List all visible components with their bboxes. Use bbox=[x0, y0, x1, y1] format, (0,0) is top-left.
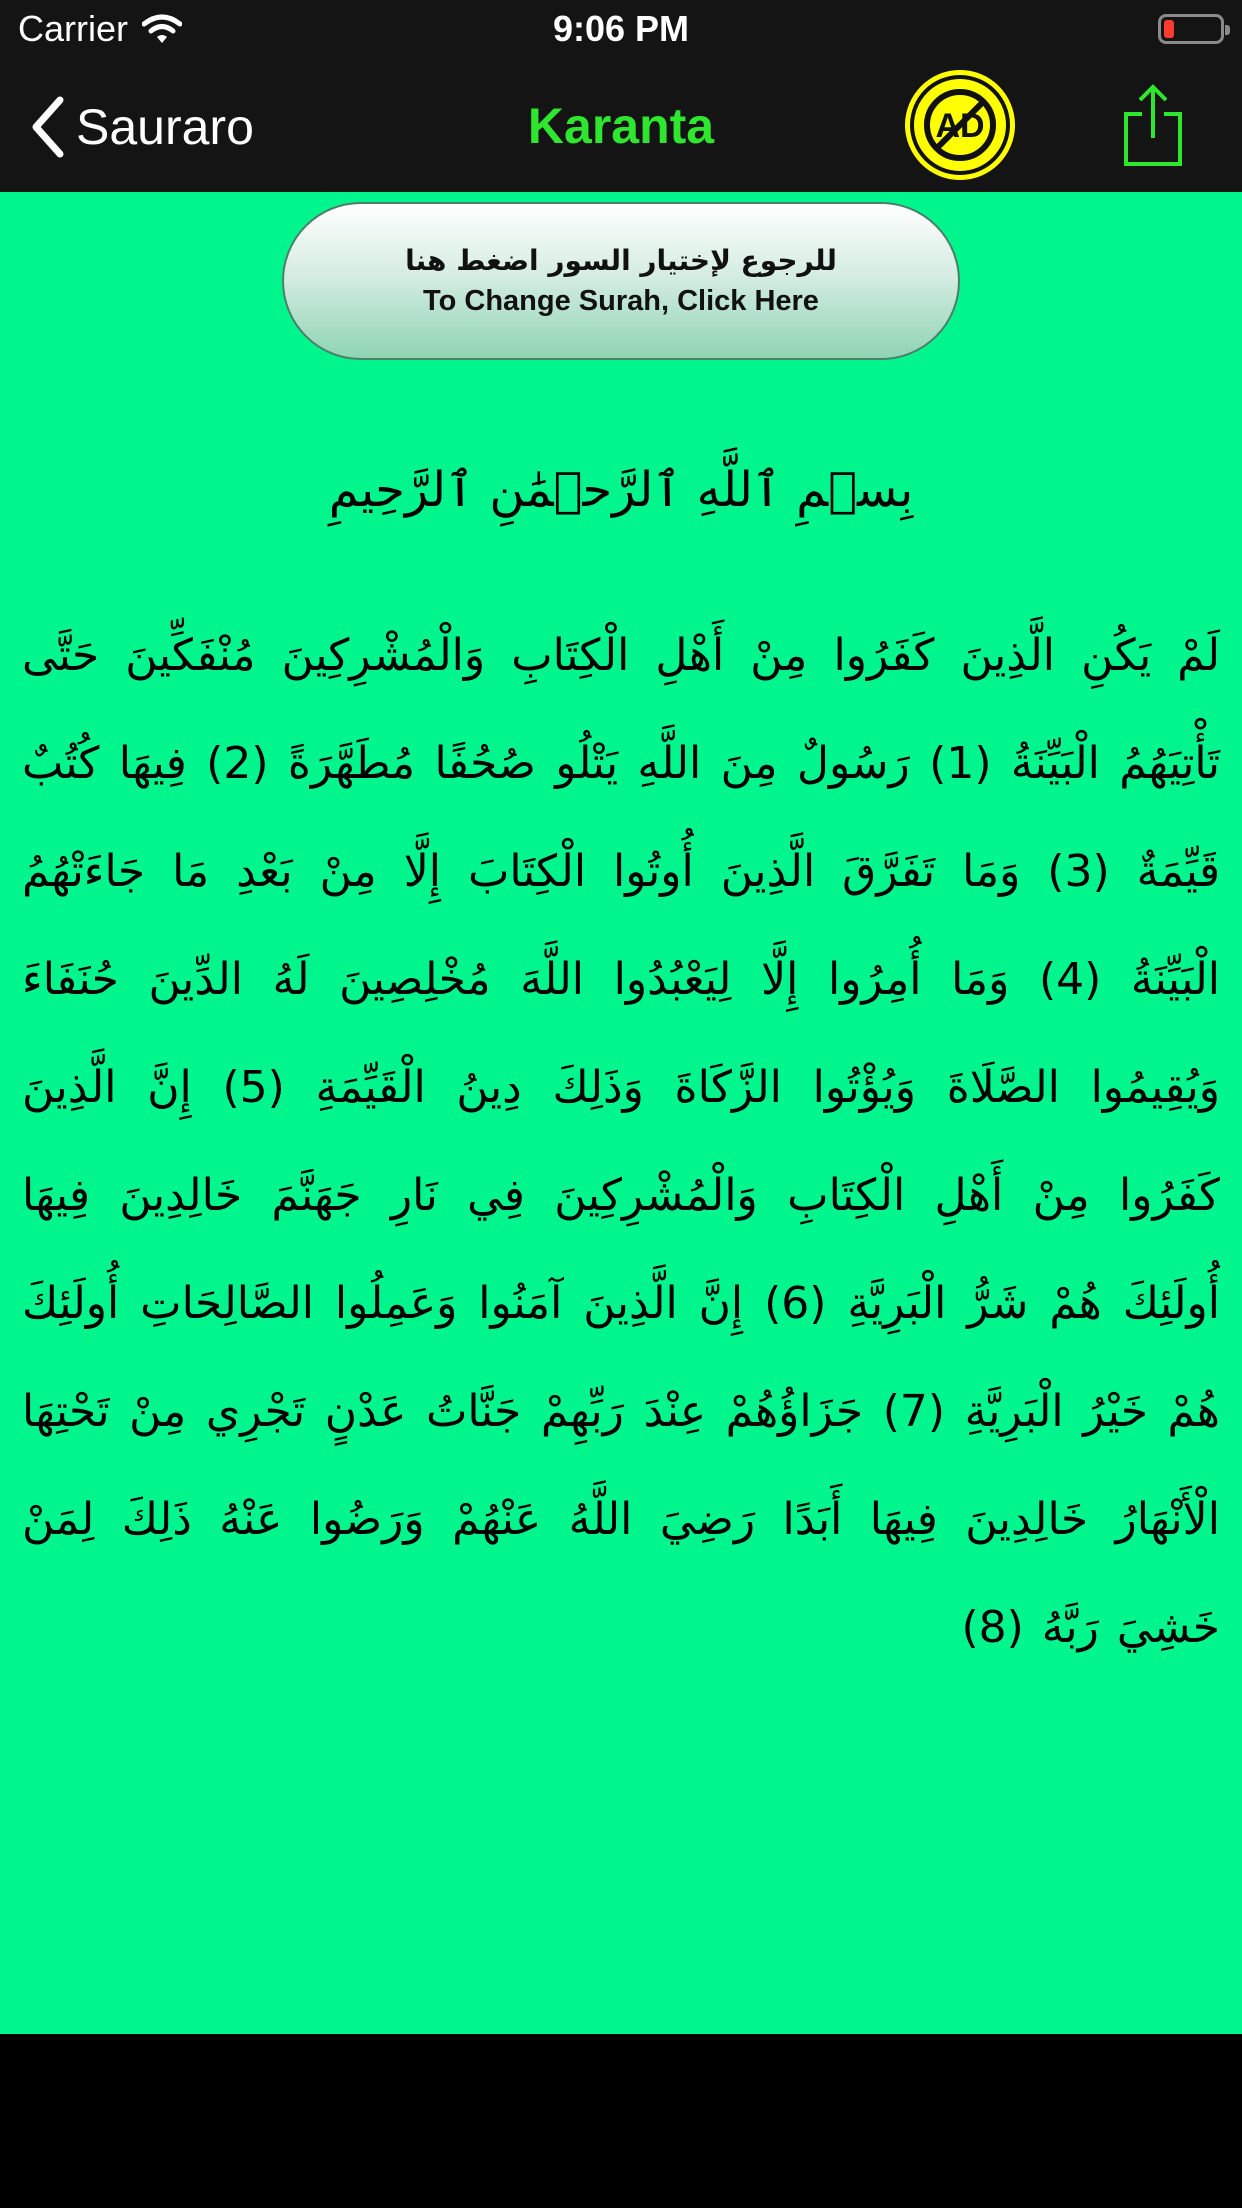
back-label: Sauraro bbox=[76, 99, 254, 155]
remove-ads-button[interactable]: AD bbox=[902, 67, 1018, 183]
status-time: 9:06 PM bbox=[552, 8, 690, 49]
ad-label: AD bbox=[935, 107, 984, 145]
no-ads-icon: AD bbox=[905, 70, 1015, 180]
basmala: بِسۡمِ ٱللَّهِ ٱلرَّحۡمَٰنِ ٱلرَّحِيمِ bbox=[328, 462, 914, 518]
navigation-bar: Sauraro Karanta AD bbox=[0, 62, 1242, 192]
share-button[interactable] bbox=[1122, 84, 1184, 168]
back-button[interactable]: Sauraro bbox=[30, 92, 254, 162]
bottom-area bbox=[0, 2034, 1242, 2208]
change-surah-english-label: To Change Surah, Click Here bbox=[423, 285, 819, 317]
change-surah-button[interactable]: للرجوع لإختيار السور اضغط هنا To Change … bbox=[282, 202, 960, 360]
surah-content: للرجوع لإختيار السور اضغط هنا To Change … bbox=[0, 192, 1242, 2034]
battery-icon bbox=[1158, 14, 1230, 44]
surah-text: لَمْ يَكُنِ الَّذِينَ كَفَرُوا مِنْ أَهْ… bbox=[22, 630, 1220, 1653]
share-icon bbox=[1124, 84, 1182, 166]
status-bar: Carrier 9:06 PM bbox=[0, 0, 1242, 62]
change-surah-arabic-label: للرجوع لإختيار السور اضغط هنا bbox=[405, 244, 837, 277]
battery-level bbox=[1164, 20, 1174, 38]
chevron-left-icon bbox=[32, 96, 64, 158]
